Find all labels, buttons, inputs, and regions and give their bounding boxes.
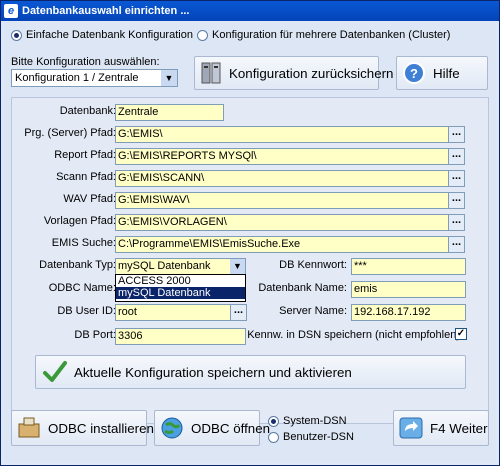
kennw-dsn-label: Kennw. in DSN speichern (nicht empfohlen…	[247, 329, 460, 341]
radio-cluster-label: Konfiguration für mehrere Datenbanken (C…	[212, 29, 451, 41]
save-activate-button[interactable]: Aktuelle Konfiguration speichern und akt…	[35, 355, 466, 389]
db-typ-option[interactable]: ACCESS 2000	[116, 275, 245, 287]
radio-single-config[interactable]: Einfache Datenbank Konfiguration	[11, 29, 193, 41]
chevron-down-icon[interactable]: ▼	[230, 259, 245, 274]
chevron-down-icon[interactable]: ▼	[161, 70, 177, 86]
db-kennwort-label: DB Kennwort:	[279, 259, 347, 271]
scann-pfad-label: Scann Pfad:	[56, 171, 116, 183]
server-name-label: Server Name:	[279, 305, 347, 317]
server-icon	[199, 60, 223, 86]
wav-pfad-label: WAV Pfad:	[63, 193, 116, 205]
prg-pfad-field[interactable]: G:\EMIS\	[115, 126, 449, 143]
db-typ-value: mySQL Datenbank	[118, 260, 211, 272]
globe-icon	[159, 415, 185, 441]
radio-user-dsn-label: Benutzer-DSN	[283, 431, 354, 443]
odbc-open-label: ODBC öffnen	[191, 420, 271, 436]
help-button[interactable]: ? Hilfe	[396, 56, 488, 90]
checkmark-icon	[42, 359, 68, 385]
emis-suche-browse-button[interactable]: ...	[448, 236, 465, 253]
radio-dot-selected	[11, 29, 22, 41]
odbc-name-label: ODBC Name:	[48, 282, 116, 294]
radio-dot	[268, 431, 279, 443]
kennw-dsn-checkbox[interactable]: ✓	[455, 328, 467, 340]
db-user-browse-button[interactable]: ...	[230, 304, 247, 321]
db-typ-option-selected[interactable]: mySQL Datenbank	[116, 287, 245, 299]
config-select-value: Konfiguration 1 / Zentrale	[15, 72, 139, 84]
reset-config-label: Konfiguration zurücksichern	[229, 65, 394, 81]
db-user-field[interactable]: root	[115, 304, 231, 321]
radio-dot	[197, 29, 208, 41]
db-kennwort-field[interactable]: ***	[351, 258, 466, 275]
db-typ-dropdown-list[interactable]: ACCESS 2000 mySQL Datenbank	[115, 274, 246, 302]
datenbank-name-label: Datenbank Name:	[258, 282, 347, 294]
db-typ-label: Datenbank Typ:	[39, 259, 116, 271]
dialog-client: Einfache Datenbank Konfiguration Konfigu…	[4, 22, 496, 462]
help-icon: ?	[401, 60, 427, 86]
emis-suche-field[interactable]: C:\Programme\EMIS\EmisSuche.Exe	[115, 236, 449, 253]
db-port-label: DB Port:	[74, 329, 116, 341]
prg-pfad-label: Prg. (Server) Pfad:	[24, 127, 116, 139]
title-bar[interactable]: e Datenbankauswahl einrichten ...	[1, 1, 499, 21]
db-port-field[interactable]: 3306	[115, 328, 246, 345]
odbc-install-button[interactable]: ODBC installieren	[11, 410, 154, 446]
db-user-label: DB User ID:	[57, 305, 116, 317]
prg-pfad-browse-button[interactable]: ...	[448, 126, 465, 143]
radio-user-dsn[interactable]: Benutzer-DSN	[268, 431, 354, 443]
datenbank-name-field[interactable]: emis	[351, 281, 466, 298]
odbc-install-label: ODBC installieren	[48, 420, 154, 436]
report-pfad-label: Report Pfad:	[54, 149, 116, 161]
datenbank-label: Datenbank:	[59, 105, 116, 117]
db-typ-select[interactable]: mySQL Datenbank ▼	[115, 258, 246, 275]
window-title: Datenbankauswahl einrichten ...	[22, 5, 190, 17]
db-settings-panel: Datenbank: Zentrale Prg. (Server) Pfad: …	[11, 97, 489, 424]
datenbank-field[interactable]: Zentrale	[115, 104, 224, 121]
vorlagen-pfad-label: Vorlagen Pfad:	[43, 215, 116, 227]
vorlagen-pfad-field[interactable]: G:\EMIS\VORLAGEN\	[115, 214, 449, 231]
reset-config-button[interactable]: Konfiguration zurücksichern	[194, 56, 393, 90]
dialog-window: e Datenbankauswahl einrichten ... Einfac…	[0, 0, 500, 466]
odbc-open-button[interactable]: ODBC öffnen	[154, 410, 270, 446]
radio-cluster-config[interactable]: Konfiguration für mehrere Datenbanken (C…	[197, 29, 450, 41]
radio-system-dsn[interactable]: System-DSN	[268, 415, 347, 427]
config-select-label: Bitte Konfiguration auswählen:	[11, 56, 160, 68]
scann-pfad-field[interactable]: G:\EMIS\SCANN\	[115, 170, 449, 187]
next-label: F4 Weiter	[430, 420, 488, 436]
scann-pfad-browse-button[interactable]: ...	[448, 170, 465, 187]
radio-system-dsn-label: System-DSN	[283, 415, 347, 427]
wav-pfad-field[interactable]: G:\EMIS\WAV\	[115, 192, 449, 209]
next-button[interactable]: F4 Weiter	[393, 410, 489, 446]
server-name-field[interactable]: 192.168.17.192	[351, 304, 466, 321]
config-select[interactable]: Konfiguration 1 / Zentrale ▼	[11, 69, 178, 87]
svg-text:?: ?	[410, 66, 418, 81]
radio-single-label: Einfache Datenbank Konfiguration	[26, 29, 193, 41]
report-pfad-browse-button[interactable]: ...	[448, 148, 465, 165]
save-activate-label: Aktuelle Konfiguration speichern und akt…	[74, 364, 352, 380]
vorlagen-pfad-browse-button[interactable]: ...	[448, 214, 465, 231]
install-icon	[16, 415, 42, 441]
help-label: Hilfe	[433, 65, 460, 81]
report-pfad-field[interactable]: G:\EMIS\REPORTS MYSQl\	[115, 148, 449, 165]
wav-pfad-browse-button[interactable]: ...	[448, 192, 465, 209]
radio-dot-selected	[268, 415, 279, 427]
arrow-right-icon	[398, 415, 424, 441]
emis-suche-label: EMIS Suche:	[51, 237, 116, 249]
app-icon: e	[4, 4, 18, 18]
